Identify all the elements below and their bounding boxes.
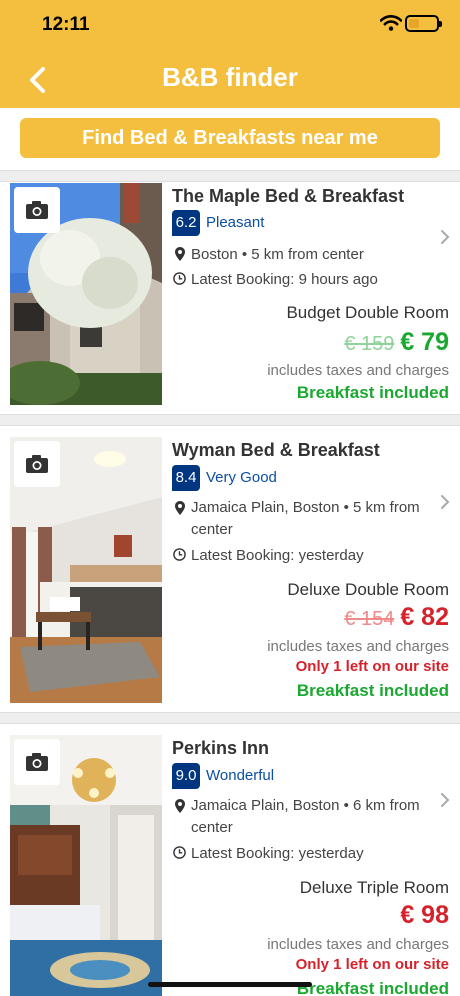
room-type: Budget Double Room xyxy=(286,303,449,322)
location-pin-icon xyxy=(175,247,185,261)
hotel-name[interactable]: Wyman Bed & Breakfast xyxy=(172,440,380,461)
location-pin-icon xyxy=(175,501,185,515)
divider xyxy=(0,712,460,724)
latest-booking: Latest Booking: yesterday xyxy=(191,845,364,862)
clock-icon xyxy=(173,272,186,285)
breakfast-badge: Breakfast included xyxy=(296,979,449,996)
taxes-note: includes taxes and charges xyxy=(267,936,449,953)
clock-icon xyxy=(173,846,186,859)
price-block: € 98 xyxy=(400,901,449,930)
latest-booking: Latest Booking: 9 hours ago xyxy=(191,271,378,288)
hotel-name[interactable]: The Maple Bed & Breakfast xyxy=(172,186,404,207)
camera-icon[interactable] xyxy=(14,441,60,487)
hotel-photo[interactable] xyxy=(10,735,162,996)
breakfast-badge: Breakfast included xyxy=(296,681,449,700)
room-type: Deluxe Triple Room xyxy=(299,878,449,897)
find-nearby-button[interactable]: Find Bed & Breakfasts near me xyxy=(20,118,440,158)
taxes-note: includes taxes and charges xyxy=(267,362,449,379)
camera-icon[interactable] xyxy=(14,739,60,785)
review-score-label: Wonderful xyxy=(206,767,275,784)
review-score-label: Very Good xyxy=(206,469,277,486)
home-indicator[interactable] xyxy=(148,982,312,987)
divider xyxy=(0,170,460,182)
hotel-location: Jamaica Plain, Boston • 5 km from center xyxy=(191,499,420,538)
status-bar: 12:11 xyxy=(0,0,460,48)
listing-card[interactable]: Perkins Inn 9.0 Wonderful Jamaica Plain,… xyxy=(0,735,460,996)
review-score-badge: 8.4 xyxy=(172,465,200,491)
hotel-location: Jamaica Plain, Boston • 6 km from center xyxy=(191,797,420,836)
price-block: € 159 € 79 xyxy=(344,328,449,357)
divider xyxy=(0,414,460,426)
current-price: € 98 xyxy=(400,901,449,929)
chevron-right-icon[interactable] xyxy=(440,229,450,245)
listing-card[interactable]: The Maple Bed & Breakfast 6.2 Pleasant B… xyxy=(0,183,460,408)
chevron-right-icon[interactable] xyxy=(440,792,450,808)
app-header: 12:11 B&B finder xyxy=(0,0,460,108)
hotel-photo[interactable] xyxy=(10,183,162,405)
location-pin-icon xyxy=(175,799,185,813)
price-block: € 154 € 82 xyxy=(344,603,449,632)
original-price: € 154 xyxy=(344,608,395,630)
wifi-icon xyxy=(380,15,402,31)
status-time: 12:11 xyxy=(42,14,90,35)
room-type: Deluxe Double Room xyxy=(287,580,449,599)
listing-card[interactable]: Wyman Bed & Breakfast 8.4 Very Good Jama… xyxy=(0,437,460,707)
hotel-name[interactable]: Perkins Inn xyxy=(172,738,269,759)
taxes-note: includes taxes and charges xyxy=(267,638,449,655)
current-price: € 79 xyxy=(400,328,449,356)
review-score-label: Pleasant xyxy=(206,214,265,231)
hotel-photo[interactable] xyxy=(10,437,162,703)
review-score-badge: 6.2 xyxy=(172,210,200,236)
current-price: € 82 xyxy=(400,603,449,631)
latest-booking: Latest Booking: yesterday xyxy=(191,547,364,564)
chevron-right-icon[interactable] xyxy=(440,494,450,510)
clock-icon xyxy=(173,548,186,561)
camera-icon[interactable] xyxy=(14,187,60,233)
availability-note: Only 1 left on our site xyxy=(295,658,449,675)
page-title: B&B finder xyxy=(162,62,298,92)
hotel-location: Boston • 5 km from center xyxy=(191,246,364,263)
battery-icon xyxy=(405,15,442,32)
review-score-badge: 9.0 xyxy=(172,763,200,789)
availability-note: Only 1 left on our site xyxy=(295,956,449,973)
original-price: € 159 xyxy=(344,333,395,355)
breakfast-badge: Breakfast included xyxy=(296,383,449,402)
